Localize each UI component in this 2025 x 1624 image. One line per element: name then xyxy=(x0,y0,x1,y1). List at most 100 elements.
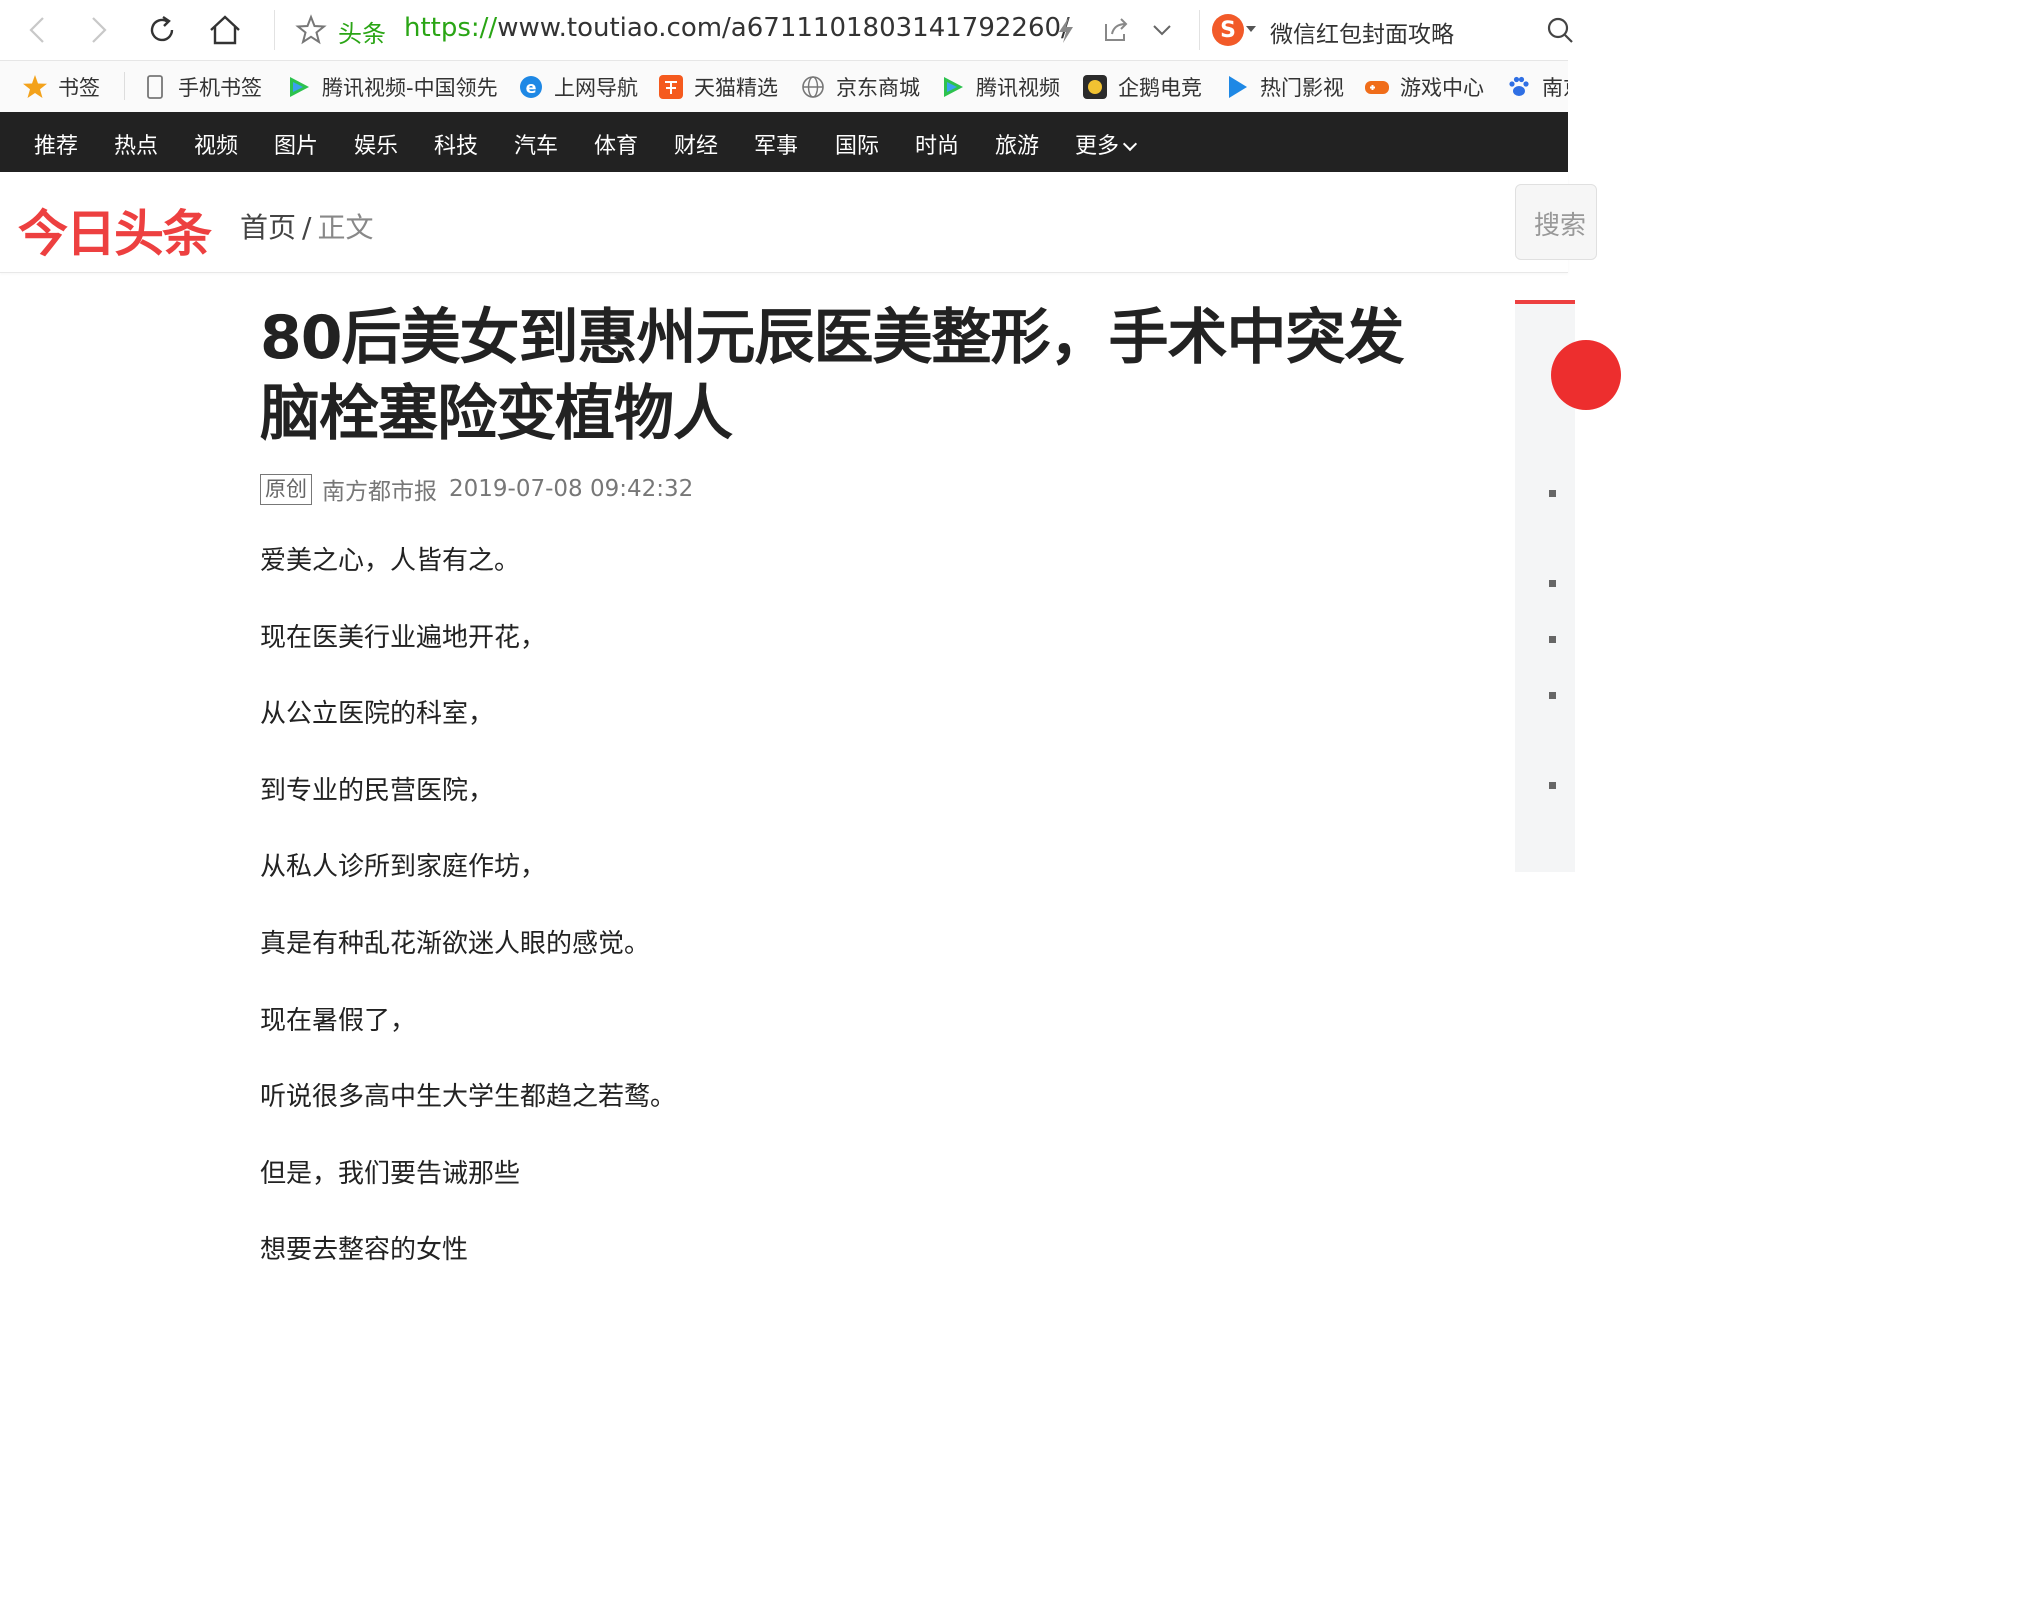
url-path: www.toutiao.com/a6711101803141792260/ xyxy=(497,13,1070,43)
bookmark-item[interactable]: 京东商城 xyxy=(800,71,920,103)
article-paragraph: 现在暑假了， xyxy=(260,1005,417,1036)
gamepad-icon xyxy=(1364,74,1390,100)
home-icon[interactable] xyxy=(205,10,245,50)
url-site-tag: 头条 xyxy=(338,20,386,48)
bookmark-label: 热门影视 xyxy=(1260,76,1344,100)
original-badge: 原创 xyxy=(260,473,312,505)
url-protocol: https:// xyxy=(404,13,498,43)
channel-tab[interactable]: 汽车 xyxy=(514,128,558,160)
channel-tab[interactable]: 热点 xyxy=(114,128,158,160)
penguin-esports-icon xyxy=(1082,74,1108,100)
channel-tab[interactable]: 旅游 xyxy=(995,128,1039,160)
phone-icon xyxy=(142,74,168,100)
svg-text:e: e xyxy=(526,78,537,97)
article-meta: 原创 南方都市报 2019-07-08 09:42:32 xyxy=(260,472,1440,506)
breadcrumb-current: 正文 xyxy=(317,211,374,244)
bookmark-item[interactable]: e 上网导航 xyxy=(518,71,638,103)
refresh-icon[interactable] xyxy=(142,10,182,50)
forward-icon[interactable] xyxy=(78,10,118,50)
site-search-placeholder: 搜索 xyxy=(1534,211,1587,241)
article-paragraph: 从公立医院的科室， xyxy=(260,699,495,730)
channel-tab[interactable]: 图片 xyxy=(274,128,318,160)
chevron-down-icon xyxy=(1122,136,1138,152)
article-paragraph: 从私人诊所到家庭作坊， xyxy=(260,852,547,883)
back-icon[interactable] xyxy=(18,10,58,50)
chevron-down-icon[interactable] xyxy=(1146,14,1178,46)
channel-tab[interactable]: 国际 xyxy=(835,128,879,160)
bookmark-item[interactable]: 游戏中心 xyxy=(1364,71,1484,103)
article-paragraph: 但是，我们要告诫那些 xyxy=(260,1158,521,1189)
star-icon xyxy=(22,74,48,100)
bookmark-item[interactable]: 热门影视 xyxy=(1224,71,1344,103)
address-bar[interactable]: https://www.toutiao.com/a671110180314179… xyxy=(404,13,1070,43)
bookmark-label: 腾讯视频 xyxy=(976,76,1060,100)
article-paragraph: 现在医美行业遍地开花， xyxy=(260,622,547,653)
bookmark-item[interactable]: 天猫精选 xyxy=(658,71,778,103)
channel-tab-more[interactable]: 更多 xyxy=(1075,128,1138,160)
globe-icon xyxy=(800,74,826,100)
bookmark-item[interactable]: 企鹅电竞 xyxy=(1082,71,1202,103)
article-source[interactable]: 南方都市报 xyxy=(322,472,437,506)
article-paragraph: 爱美之心，人皆有之。 xyxy=(260,546,521,576)
channel-tab[interactable]: 科技 xyxy=(434,128,478,160)
tencent-video-icon xyxy=(940,74,966,100)
list-bullet xyxy=(1549,580,1556,587)
article: 80后美女到惠州元辰医美整形，手术中突发脑栓塞险变植物人 原创 南方都市报 20… xyxy=(260,300,1440,1309)
toutiao-logo[interactable]: 今日头条 xyxy=(18,194,212,266)
star-icon[interactable] xyxy=(294,13,328,47)
article-time: 2019-07-08 09:42:32 xyxy=(449,476,694,502)
channel-nav: 推荐 热点 视频 图片 娱乐 科技 汽车 体育 财经 军事 国际 时尚 旅游 更… xyxy=(0,112,1568,172)
sogou-search-icon[interactable]: S xyxy=(1212,14,1244,46)
article-paragraph: 想要去整容的女性 xyxy=(260,1235,469,1266)
site-header: 今日头条 首页 / 正文 搜索 xyxy=(0,172,1597,273)
channel-more-label: 更多 xyxy=(1075,134,1120,159)
ie-icon: e xyxy=(518,74,544,100)
toolbar-divider xyxy=(1199,10,1200,50)
bookmark-label: 游戏中心 xyxy=(1400,76,1484,100)
bookmark-item[interactable]: 腾讯视频 xyxy=(940,71,1060,103)
channel-tab[interactable]: 时尚 xyxy=(915,128,959,160)
bookmark-label: 南京 xyxy=(1542,76,1568,100)
bookmark-label: 手机书签 xyxy=(178,76,262,100)
list-bullet xyxy=(1549,490,1556,497)
bookmark-item[interactable]: 书签 xyxy=(22,71,100,103)
article-paragraph: 到专业的民营医院， xyxy=(260,775,495,806)
article-paragraph: 真是有种乱花渐欲迷人眼的感觉。 xyxy=(260,928,651,959)
search-icon[interactable] xyxy=(1544,14,1576,46)
channel-tab[interactable]: 体育 xyxy=(594,128,638,160)
bookmark-label: 书签 xyxy=(58,76,100,100)
channel-tab[interactable]: 推荐 xyxy=(34,128,78,160)
search-engine-dropdown-icon[interactable] xyxy=(1246,26,1256,32)
list-bullet xyxy=(1549,782,1556,789)
bookmark-label: 京东商城 xyxy=(836,76,920,100)
side-panel xyxy=(1515,300,1621,872)
channel-tab[interactable]: 财经 xyxy=(674,128,718,160)
breadcrumb: 首页 / 正文 xyxy=(240,206,373,246)
toolbar-divider xyxy=(274,10,275,50)
bookmark-item[interactable]: 手机书签 xyxy=(142,71,262,103)
bookmark-label: 天猫精选 xyxy=(694,76,778,100)
bookmarks-bar: 书签 手机书签 腾讯视频-中国领先 e 上网导航 天猫精选 京东商城 腾讯视频 … xyxy=(0,61,1568,113)
share-icon[interactable] xyxy=(1100,14,1132,46)
avatar[interactable] xyxy=(1551,340,1621,410)
bookmark-item[interactable]: 腾讯视频-中国领先 xyxy=(286,71,498,103)
list-bullet xyxy=(1549,636,1556,643)
breadcrumb-home[interactable]: 首页 xyxy=(240,211,296,244)
bookmark-label: 腾讯视频-中国领先 xyxy=(322,76,498,100)
channel-tab[interactable]: 娱乐 xyxy=(354,128,398,160)
bookmark-item[interactable]: 南京 xyxy=(1506,71,1568,103)
list-bullet xyxy=(1549,692,1556,699)
site-search-box[interactable]: 搜索 xyxy=(1515,184,1597,260)
bookmark-label: 上网导航 xyxy=(554,76,638,100)
lightning-icon[interactable] xyxy=(1050,14,1082,46)
bookmark-divider xyxy=(124,72,125,100)
play-icon xyxy=(1224,74,1250,100)
breadcrumb-separator: / xyxy=(302,211,312,244)
channel-tab[interactable]: 军事 xyxy=(754,128,798,160)
bookmark-label: 企鹅电竞 xyxy=(1118,76,1202,100)
article-title: 80后美女到惠州元辰医美整形，手术中突发脑栓塞险变植物人 xyxy=(260,303,1405,449)
search-suggestion[interactable]: 微信红包封面攻略 xyxy=(1270,15,1454,49)
article-body: 爱美之心，人皆有之。 现在医美行业遍地开花， 从公立医院的科室， 到专业的民营医… xyxy=(260,543,1440,1309)
baidu-paw-icon xyxy=(1506,74,1532,100)
channel-tab[interactable]: 视频 xyxy=(194,128,238,160)
